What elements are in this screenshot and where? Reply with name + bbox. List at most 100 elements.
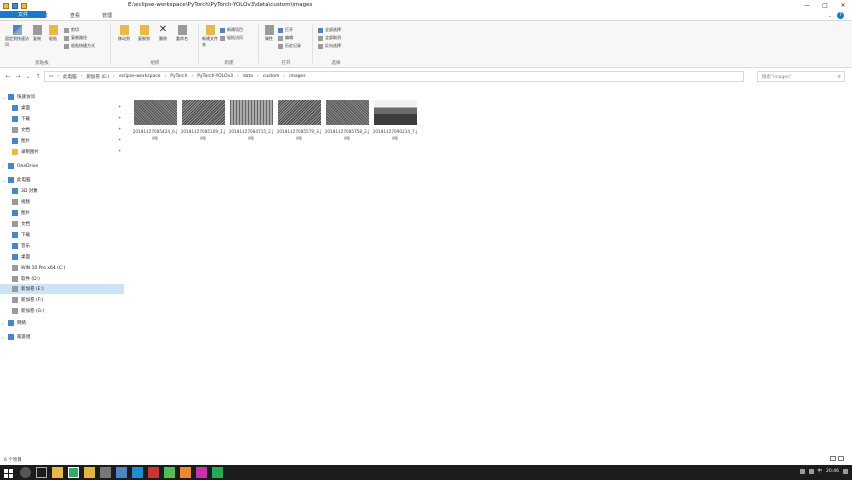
file-item[interactable]: 20181127090214_7.jpg: [372, 100, 418, 141]
breadcrumb-this-pc[interactable]: 此电脑: [63, 74, 77, 80]
nav-downloads[interactable]: 下载: [12, 114, 30, 124]
chevron-right-icon[interactable]: ›: [2, 335, 6, 340]
windows-start-icon[interactable]: [2, 467, 13, 478]
cut-button[interactable]: 剪切: [64, 27, 79, 33]
paste-shortcut-button[interactable]: 粘贴快捷方式: [64, 43, 95, 49]
nav-drive-e[interactable]: 新加卷 (E:): [0, 284, 124, 294]
app-icon[interactable]: [100, 467, 111, 478]
nav-network[interactable]: › 网络: [2, 318, 26, 328]
open-button[interactable]: 打开: [278, 27, 293, 33]
clock[interactable]: 20:46: [826, 469, 839, 474]
nav-recordings[interactable]: 录制图片: [12, 147, 39, 157]
chevron-down-icon[interactable]: ⌄: [828, 13, 832, 19]
properties-icon[interactable]: [12, 2, 18, 9]
file-explorer-icon[interactable]: [52, 467, 63, 478]
pin-icon[interactable]: ✦: [118, 137, 121, 142]
image-thumbnail[interactable]: [229, 100, 273, 125]
chevron-right-icon[interactable]: ›: [2, 164, 6, 169]
chevron-right-icon[interactable]: ›: [2, 321, 6, 326]
nav-this-pc[interactable]: ⌄ 此电脑: [2, 175, 31, 185]
file-item[interactable]: 20181127084715_2.jpg: [228, 100, 274, 141]
address-bar[interactable]: ▭ › 此电脑 › 新加卷 (E:) › eclipse-workspace ›…: [44, 71, 744, 82]
app-icon[interactable]: [180, 467, 191, 478]
file-item[interactable]: 20181127085424_6.jpg: [132, 100, 178, 141]
forward-arrow-icon[interactable]: →: [13, 73, 23, 80]
folder-icon[interactable]: [3, 2, 9, 9]
move-to-button[interactable]: 移动到: [116, 25, 132, 42]
nav-onedrive[interactable]: › OneDrive: [2, 161, 38, 171]
file-item[interactable]: 20181127085579_3.jpg: [276, 100, 322, 141]
chevron-down-icon[interactable]: ⌄: [2, 178, 6, 183]
image-thumbnail[interactable]: [277, 100, 321, 125]
select-none-button[interactable]: 全部取消: [318, 35, 341, 41]
tab-manage[interactable]: 管理: [96, 11, 118, 20]
network-icon[interactable]: [799, 468, 805, 474]
nav-pictures[interactable]: 图片: [12, 136, 30, 146]
search-icon[interactable]: ⌕: [838, 73, 841, 81]
image-thumbnail[interactable]: [181, 100, 225, 125]
copy-to-button[interactable]: 复制到: [136, 25, 152, 42]
rename-button[interactable]: 重命名: [174, 25, 190, 42]
pin-icon[interactable]: ✦: [118, 104, 121, 109]
app-icon[interactable]: [148, 467, 159, 478]
close-button[interactable]: ✕: [834, 0, 852, 11]
tab-file[interactable]: 文件: [0, 11, 46, 18]
app-icon[interactable]: [164, 467, 175, 478]
chevron-down-icon[interactable]: ⌄: [2, 95, 6, 100]
tab-view[interactable]: 查看: [64, 11, 86, 20]
breadcrumb-images[interactable]: images: [289, 74, 305, 79]
nav-pictures-pc[interactable]: 图片: [12, 208, 30, 218]
pin-icon[interactable]: ✦: [118, 115, 121, 120]
nav-3d-objects[interactable]: 3D 对象: [12, 186, 38, 196]
back-arrow-icon[interactable]: ←: [3, 73, 13, 80]
app-icon[interactable]: [132, 467, 143, 478]
app-icon[interactable]: [212, 467, 223, 478]
new-folder-icon[interactable]: [21, 2, 27, 9]
search-input[interactable]: 搜索"images" ⌕: [757, 71, 845, 82]
breadcrumb-pytorch-yolov3[interactable]: PyTorch-YOLOv3: [197, 74, 233, 79]
nav-desktop-pc[interactable]: 桌面: [12, 252, 30, 262]
nav-downloads-pc[interactable]: 下载: [12, 230, 30, 240]
pin-icon[interactable]: ✦: [118, 148, 121, 153]
breadcrumb-drive-e[interactable]: 新加卷 (E:): [86, 74, 109, 80]
large-icons-view-icon[interactable]: [838, 456, 844, 461]
nav-documents[interactable]: 文档: [12, 125, 30, 135]
nav-drive-g[interactable]: 新加卷 (G:): [12, 306, 44, 316]
delete-button[interactable]: ✕ 删除: [156, 25, 170, 42]
edit-button[interactable]: 编辑: [278, 35, 293, 41]
details-view-icon[interactable]: [830, 456, 836, 461]
pin-button[interactable]: 固定到快速访问: [5, 25, 29, 48]
volume-icon[interactable]: [808, 468, 814, 474]
app-icon[interactable]: [84, 467, 95, 478]
input-method[interactable]: 中: [818, 468, 823, 474]
notification-icon[interactable]: [843, 468, 848, 474]
paste-button[interactable]: 粘贴: [46, 25, 60, 42]
breadcrumb-custom[interactable]: custom: [263, 74, 280, 79]
breadcrumb-eclipse-workspace[interactable]: eclipse-workspace: [119, 74, 160, 79]
image-thumbnail[interactable]: [133, 100, 177, 125]
new-item-button[interactable]: 新建项目: [220, 27, 243, 33]
image-thumbnail[interactable]: [325, 100, 369, 125]
nav-videos[interactable]: 视频: [12, 197, 30, 207]
nav-documents-pc[interactable]: 文档: [12, 219, 30, 229]
nav-homegroup[interactable]: › 家庭组: [2, 332, 31, 342]
copy-path-button[interactable]: 复制路径: [64, 35, 87, 41]
history-button[interactable]: 历史记录: [278, 43, 301, 49]
easy-access-button[interactable]: 轻松访问: [220, 35, 243, 41]
active-app-icon[interactable]: [68, 467, 79, 478]
select-all-button[interactable]: 全部选择: [318, 27, 341, 33]
new-folder-button[interactable]: 新建文件夹: [202, 25, 218, 48]
invert-selection-button[interactable]: 反向选择: [318, 43, 341, 49]
help-icon[interactable]: ?: [837, 12, 844, 19]
breadcrumb-pytorch[interactable]: PyTorch: [170, 74, 187, 79]
app-icon[interactable]: [116, 467, 127, 478]
nav-music[interactable]: 音乐: [12, 241, 30, 251]
pin-icon[interactable]: ✦: [118, 126, 121, 131]
nav-desktop[interactable]: 桌面: [12, 103, 30, 113]
recent-chevron-icon[interactable]: ⌄: [23, 73, 33, 80]
search-icon[interactable]: [20, 467, 31, 478]
nav-drive-f[interactable]: 新加卷 (F:): [12, 295, 43, 305]
nav-drive-c[interactable]: WIN 10 Pro x64 (C:): [12, 263, 65, 273]
breadcrumb-data[interactable]: data: [243, 74, 253, 79]
properties-button[interactable]: 属性: [262, 25, 276, 42]
